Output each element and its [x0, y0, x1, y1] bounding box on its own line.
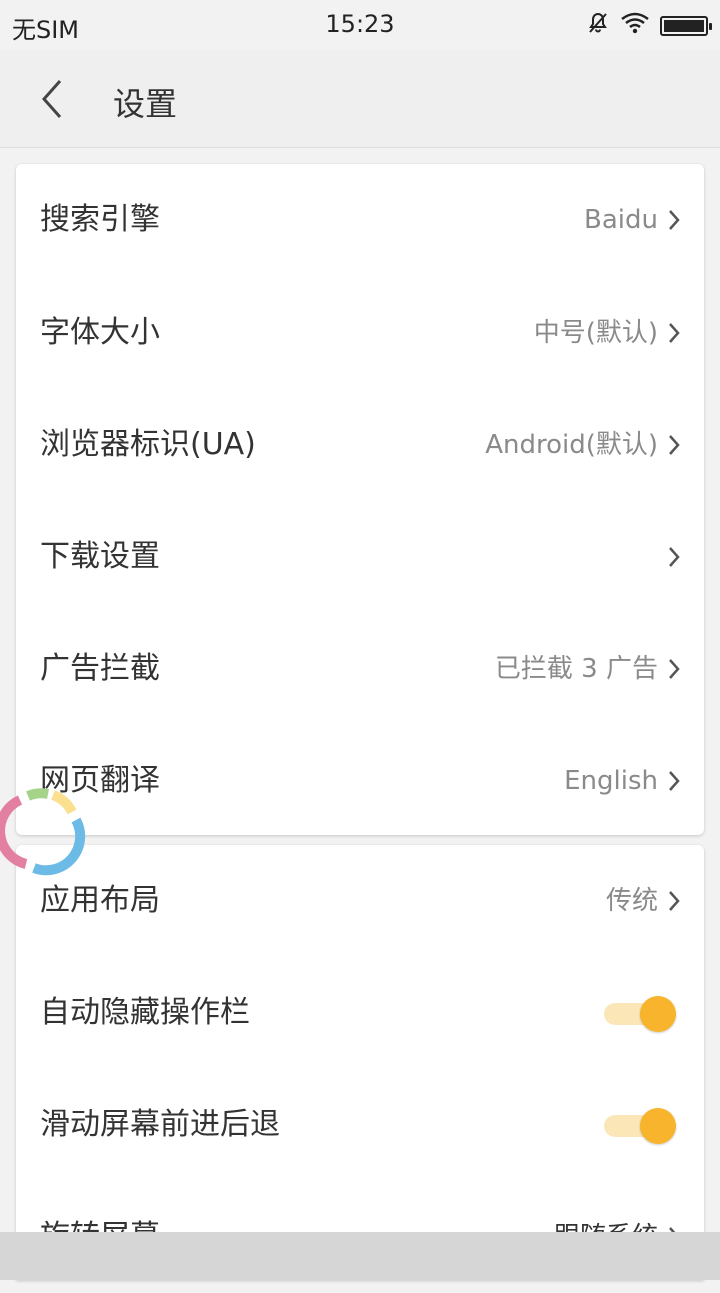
- toggle-switch[interactable]: [604, 1107, 676, 1144]
- setting-value: 中号(默认): [533, 318, 658, 348]
- status-icons: [586, 11, 712, 41]
- settings-card-general: 搜索引擎 Baidu 字体大小 中号(默认) 浏览器标识(UA) Android…: [16, 164, 704, 835]
- setting-row-swipe-navigation: 滑动屏幕前进后退: [16, 1069, 704, 1181]
- chevron-right-icon: [669, 210, 680, 230]
- setting-row-layout[interactable]: 应用布局 传统: [16, 845, 704, 957]
- setting-row-auto-hide-toolbar: 自动隐藏操作栏: [16, 957, 704, 1069]
- mute-bell-icon: [586, 11, 610, 41]
- setting-row-download[interactable]: 下载设置: [16, 501, 704, 613]
- battery-icon: [660, 16, 712, 36]
- page-title: 设置: [113, 85, 178, 123]
- settings-card-interface: 应用布局 传统 自动隐藏操作栏 滑动屏幕前进后退 旋转屏幕 跟随系统: [16, 845, 704, 1280]
- setting-label: 滑动屏幕前进后退: [40, 1107, 280, 1142]
- app-header: 设置: [0, 50, 720, 148]
- wifi-icon: [620, 11, 650, 41]
- setting-value: Android(默认): [485, 430, 658, 460]
- chevron-right-icon: [669, 891, 680, 911]
- setting-row-translate[interactable]: 网页翻译 English: [16, 725, 704, 837]
- chevron-right-icon: [669, 547, 680, 567]
- chevron-right-icon: [669, 659, 680, 679]
- setting-row-user-agent[interactable]: 浏览器标识(UA) Android(默认): [16, 389, 704, 501]
- chevron-right-icon: [669, 435, 680, 455]
- setting-label: 搜索引擎: [40, 202, 160, 237]
- bottom-bar: [0, 1232, 720, 1280]
- setting-value: English: [564, 766, 658, 796]
- chevron-right-icon: [669, 323, 680, 343]
- setting-label: 下载设置: [40, 539, 160, 574]
- setting-value: 传统: [605, 886, 658, 916]
- setting-label: 字体大小: [40, 315, 160, 350]
- setting-label: 浏览器标识(UA): [40, 427, 256, 462]
- loading-spinner-icon: [0, 788, 86, 876]
- toggle-switch[interactable]: [604, 995, 676, 1032]
- setting-row-search-engine[interactable]: 搜索引擎 Baidu: [16, 164, 704, 277]
- setting-value: 已拦截 3 广告: [494, 654, 658, 684]
- chevron-right-icon: [669, 771, 680, 791]
- toggle-knob: [640, 996, 676, 1032]
- back-arrow-icon[interactable]: [34, 77, 74, 121]
- status-bar: 无SIM 15:23: [0, 0, 720, 50]
- setting-row-ad-block[interactable]: 广告拦截 已拦截 3 广告: [16, 613, 704, 725]
- toggle-knob: [640, 1108, 676, 1144]
- setting-label: 广告拦截: [40, 651, 160, 686]
- setting-row-font-size[interactable]: 字体大小 中号(默认): [16, 277, 704, 389]
- setting-value: Baidu: [584, 205, 658, 235]
- setting-label: 自动隐藏操作栏: [40, 995, 250, 1030]
